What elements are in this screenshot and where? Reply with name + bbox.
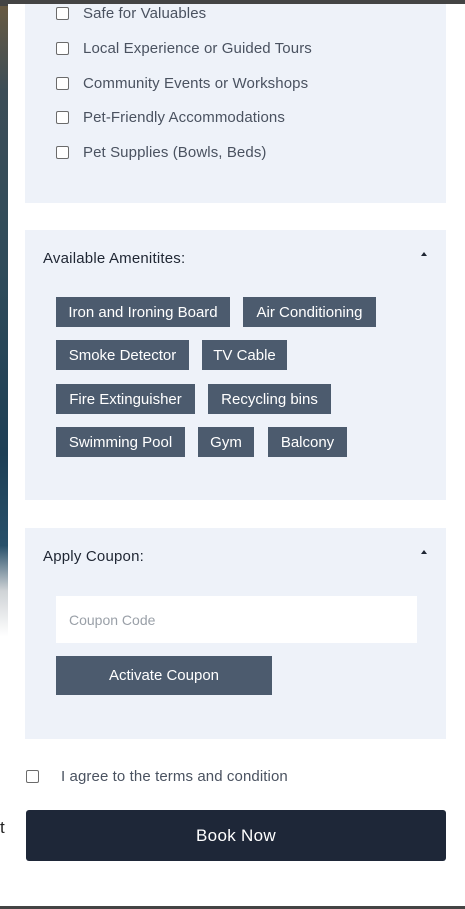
terms-row[interactable]: I agree to the terms and condition: [26, 766, 288, 786]
facility-label: Pet Supplies (Bowls, Beds): [83, 143, 267, 161]
amenity-chip[interactable]: Air Conditioning: [243, 297, 376, 327]
facility-option[interactable]: Community Events or Workshops: [56, 73, 308, 93]
facility-label: Local Experience or Guided Tours: [83, 39, 312, 57]
checkbox[interactable]: [56, 76, 69, 90]
amenities-panel: Available Amenitites: Iron and Ironing B…: [25, 230, 446, 500]
facility-label: Safe for Valuables: [83, 4, 207, 22]
checkbox[interactable]: [56, 110, 69, 124]
amenity-chip[interactable]: Swimming Pool: [56, 427, 185, 457]
facility-option[interactable]: Pet Supplies (Bowls, Beds): [56, 142, 267, 162]
terms-checkbox[interactable]: [26, 769, 39, 783]
facility-option[interactable]: Pet-Friendly Accommodations: [56, 107, 285, 127]
amenities-title: Available Amenitites:: [43, 250, 186, 267]
amenity-chip[interactable]: Smoke Detector: [56, 340, 189, 370]
booking-modal: Safe for Valuables Local Experience or G…: [8, 4, 465, 907]
amenity-chip[interactable]: Fire Extinguisher: [56, 384, 195, 414]
facilities-panel: Safe for Valuables Local Experience or G…: [25, 4, 446, 203]
amenity-chip[interactable]: Iron and Ironing Board: [56, 297, 230, 327]
facility-option[interactable]: Safe for Valuables: [56, 4, 206, 23]
terms-label: I agree to the terms and condition: [61, 767, 288, 785]
background-text: t: [0, 818, 5, 837]
activate-coupon-button[interactable]: Activate Coupon: [56, 656, 272, 695]
facility-label: Pet-Friendly Accommodations: [83, 108, 285, 126]
book-now-button[interactable]: Book Now: [26, 810, 446, 861]
coupon-code-input[interactable]: [56, 596, 417, 643]
checkbox[interactable]: [56, 145, 69, 159]
amenity-chip[interactable]: Recycling bins: [208, 384, 331, 414]
facility-label: Community Events or Workshops: [83, 74, 309, 92]
checkbox[interactable]: [56, 41, 69, 55]
coupon-panel: Apply Coupon: Activate Coupon: [25, 528, 446, 739]
checkbox[interactable]: [56, 6, 69, 20]
collapse-caret-icon[interactable]: [421, 550, 427, 554]
collapse-caret-icon[interactable]: [421, 252, 427, 256]
amenity-chip[interactable]: Balcony: [268, 427, 347, 457]
coupon-title: Apply Coupon:: [43, 548, 145, 565]
amenity-chip[interactable]: Gym: [198, 427, 254, 457]
amenity-chip[interactable]: TV Cable: [202, 340, 287, 370]
facility-option[interactable]: Local Experience or Guided Tours: [56, 38, 312, 58]
